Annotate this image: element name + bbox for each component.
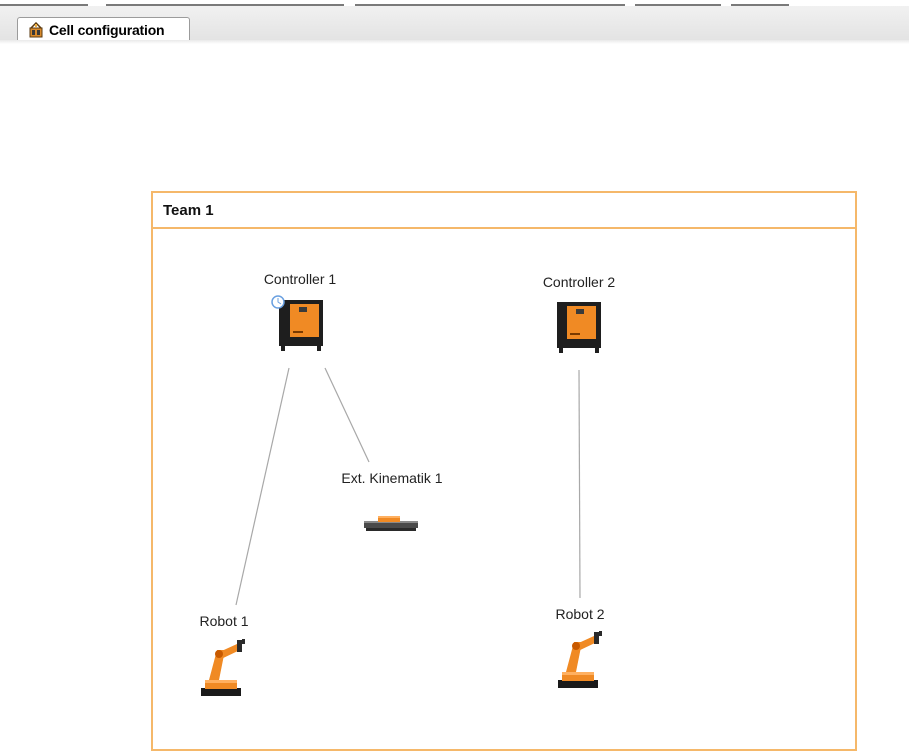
tab-bar: Cell configuration — [0, 6, 909, 43]
controller-cabinet-icon[interactable] — [268, 294, 326, 354]
robot2-label: Robot 2 — [555, 606, 605, 622]
controller1-label: Controller 1 — [263, 271, 337, 287]
controller2-label: Controller 2 — [542, 274, 616, 290]
tab-label: Cell configuration — [49, 22, 165, 38]
industrial-robot-icon[interactable] — [197, 636, 251, 698]
extkin1-label: Ext. Kinematik 1 — [341, 470, 443, 486]
controller-cabinet-icon[interactable] — [555, 300, 603, 356]
industrial-robot-icon[interactable] — [554, 628, 608, 690]
linear-track-icon[interactable] — [362, 512, 420, 534]
cell-configuration-icon — [29, 22, 43, 38]
tab-bar-shadow — [0, 40, 909, 44]
team-header[interactable]: Team 1 — [153, 193, 855, 229]
robot1-label: Robot 1 — [199, 613, 249, 629]
team-panel[interactable]: Team 1 — [151, 191, 857, 751]
team-title: Team 1 — [163, 202, 214, 219]
